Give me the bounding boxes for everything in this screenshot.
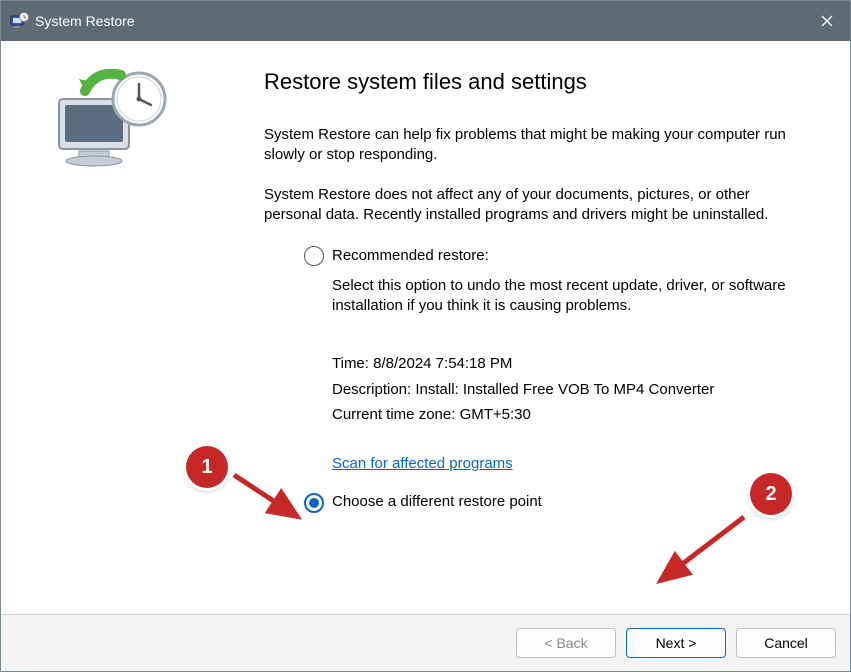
next-button[interactable]: Next > bbox=[626, 628, 726, 658]
restore-timezone-line: Current time zone: GMT+5:30 bbox=[332, 405, 806, 425]
restore-description-label: Description: bbox=[332, 381, 415, 398]
system-restore-window: System Restore bbox=[0, 0, 851, 672]
wizard-content: Restore system files and settings System… bbox=[226, 41, 850, 523]
radio-unchecked-icon bbox=[304, 246, 324, 266]
titlebar: System Restore bbox=[1, 1, 850, 41]
scan-affected-programs-link[interactable]: Scan for affected programs bbox=[332, 454, 513, 474]
choose-different-restore-option[interactable]: Choose a different restore point bbox=[304, 492, 806, 512]
system-restore-icon bbox=[9, 11, 29, 31]
recommended-restore-label: Recommended restore: bbox=[332, 246, 489, 266]
restore-options: Recommended restore: Select this option … bbox=[304, 246, 806, 513]
wizard-footer: < Back Next > Cancel bbox=[1, 614, 850, 671]
close-button[interactable] bbox=[804, 1, 850, 41]
wizard-body: Restore system files and settings System… bbox=[1, 41, 850, 614]
restore-illustration-icon bbox=[51, 69, 176, 179]
restore-timezone-value: GMT+5:30 bbox=[460, 406, 531, 423]
annotation-arrow-2-icon bbox=[634, 511, 764, 601]
back-button[interactable]: < Back bbox=[516, 628, 616, 658]
intro-paragraph-2: System Restore does not affect any of yo… bbox=[264, 185, 806, 226]
restore-description-value: Install: Installed Free VOB To MP4 Conve… bbox=[415, 381, 714, 398]
radio-checked-icon bbox=[304, 493, 324, 513]
restore-time-label: Time: bbox=[332, 355, 373, 372]
cancel-button[interactable]: Cancel bbox=[736, 628, 836, 658]
restore-time-line: Time: 8/8/2024 7:54:18 PM bbox=[332, 354, 806, 374]
wizard-sidebar bbox=[1, 41, 226, 614]
page-heading: Restore system files and settings bbox=[264, 67, 806, 97]
recommended-restore-option[interactable]: Recommended restore: bbox=[304, 246, 806, 266]
choose-different-restore-label: Choose a different restore point bbox=[332, 492, 542, 512]
restore-timezone-label: Current time zone: bbox=[332, 406, 460, 423]
restore-description-line: Description: Install: Installed Free VOB… bbox=[332, 380, 806, 400]
recommended-restore-detail: Select this option to undo the most rece… bbox=[332, 276, 806, 317]
restore-point-info: Time: 8/8/2024 7:54:18 PM Description: I… bbox=[332, 354, 806, 425]
close-icon bbox=[821, 15, 833, 27]
window-title: System Restore bbox=[35, 13, 135, 29]
intro-paragraph-1: System Restore can help fix problems tha… bbox=[264, 125, 806, 166]
restore-time-value: 8/8/2024 7:54:18 PM bbox=[373, 355, 512, 372]
